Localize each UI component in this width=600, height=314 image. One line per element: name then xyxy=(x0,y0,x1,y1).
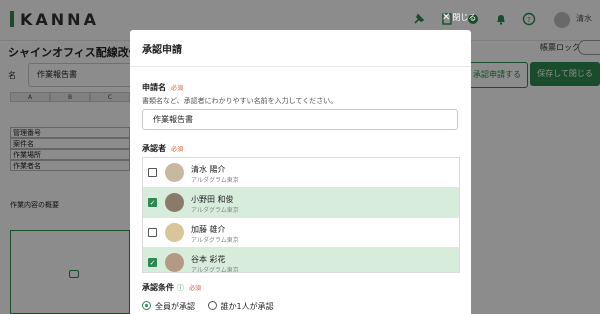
approver-row[interactable]: ✓ 谷本 彩花 アルダグラム東京 xyxy=(143,248,459,273)
approver-org: アルダグラム東京 xyxy=(191,207,239,214)
approver-name: 加藤 雄介 xyxy=(191,225,226,234)
approver-org: アルダグラム東京 xyxy=(191,237,239,244)
close-label: 閉じる xyxy=(452,13,477,22)
radio-selected-icon[interactable] xyxy=(142,301,151,310)
close-icon: ✕ xyxy=(442,12,451,23)
approvers-label: 承認者 必須 xyxy=(142,143,183,154)
avatar xyxy=(165,193,184,212)
close-button[interactable]: ✕ 閉じる xyxy=(442,12,476,23)
approver-list[interactable]: 清水 陽介 アルダグラム東京 ✓ 小野田 和俊 アルダグラム東京 加藤 雄介 ア… xyxy=(142,157,460,273)
option-label: 誰か1人が承認 xyxy=(220,302,274,311)
approver-checkbox[interactable] xyxy=(148,168,157,177)
avatar xyxy=(165,223,184,242)
approval-modal: 承認申請 申請名 必須 書類名など、承認者にわかりやすい名前を入力してください。 … xyxy=(130,30,471,314)
approver-name: 小野田 和俊 xyxy=(191,195,234,204)
condition-options: 全員が承認 誰か1人が承認 xyxy=(142,301,284,312)
avatar xyxy=(165,253,184,272)
radio-icon[interactable] xyxy=(207,301,217,310)
approver-row[interactable]: 加藤 雄介 アルダグラム東京 xyxy=(143,218,459,248)
required-badge: 必須 xyxy=(171,146,184,153)
condition-label-text: 承認条件 xyxy=(142,283,174,292)
approver-row[interactable]: ✓ 小野田 和俊 アルダグラム東京 xyxy=(143,188,459,218)
required-badge: 必須 xyxy=(189,285,202,292)
condition-option-all[interactable]: 全員が承認 xyxy=(142,301,195,311)
approver-checkbox[interactable]: ✓ xyxy=(148,198,157,207)
condition-label: 承認条件 ⓘ 必須 xyxy=(142,282,201,293)
avatar xyxy=(165,163,184,182)
required-badge: 必須 xyxy=(171,85,184,92)
request-name-description: 書類名など、承認者にわかりやすい名前を入力してください。 xyxy=(142,97,338,105)
request-name-label: 申請名 必須 xyxy=(142,82,183,93)
modal-title: 承認申請 xyxy=(142,45,182,56)
approver-checkbox[interactable] xyxy=(148,228,157,237)
approver-org: アルダグラム東京 xyxy=(191,177,239,184)
divider xyxy=(130,66,471,67)
approver-name: 谷本 彩花 xyxy=(191,255,226,264)
app-frame: KANNA ? 清水 シャインオフィス配線改修工 帳票ロック 名 作業報告書 承… xyxy=(0,0,600,314)
approver-org: アルダグラム東京 xyxy=(191,267,239,273)
approver-row[interactable]: 清水 陽介 アルダグラム東京 xyxy=(143,158,459,188)
approvers-label-text: 承認者 xyxy=(142,144,166,153)
approver-name: 清水 陽介 xyxy=(191,165,226,174)
option-label: 全員が承認 xyxy=(155,302,195,311)
request-name-label-text: 申請名 xyxy=(142,83,166,92)
request-name-input[interactable]: 作業報告書 xyxy=(142,109,458,130)
condition-option-any[interactable]: 誰か1人が承認 xyxy=(207,301,274,311)
approver-checkbox[interactable]: ✓ xyxy=(148,258,157,267)
question-circle-icon[interactable]: ⓘ xyxy=(177,284,184,292)
